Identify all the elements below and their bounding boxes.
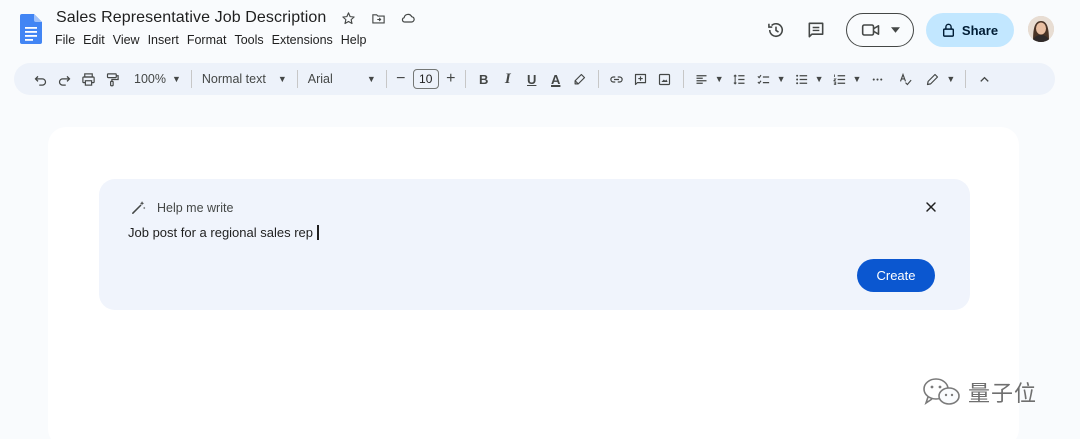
share-label: Share [961,22,999,38]
menu-insert[interactable]: Insert [148,33,185,47]
share-button[interactable]: Share [926,13,1014,47]
align-left-icon [696,74,707,84]
chevron-down-icon: ▼ [776,74,786,84]
underline-button[interactable]: U [520,67,544,91]
close-icon[interactable] [923,199,939,215]
help-me-write-header: Help me write [130,199,233,216]
menu-help[interactable]: Help [341,33,373,47]
help-me-write-title: Help me write [157,200,234,215]
bold-button[interactable]: B [472,67,496,91]
align-select[interactable]: ▼ [690,67,728,91]
formatting-toolbar: 100% ▼ Normal text ▼ Arial ▼ − 10 + B I … [14,63,1055,95]
font-value: Arial [307,72,333,86]
toolbar-divider [464,70,466,88]
checklist-icon [757,74,769,84]
chevron-down-icon: ▼ [946,74,956,84]
document-title[interactable]: Sales Representative Job Description [56,9,326,27]
numbered-list-select[interactable]: ▼ [828,67,866,91]
menu-view[interactable]: View [113,33,146,47]
menu-tools[interactable]: Tools [234,33,269,47]
version-history-icon[interactable] [766,20,786,40]
chevron-down-icon: ▼ [277,74,287,84]
zoom-value: 100% [134,72,166,86]
comments-icon[interactable] [806,20,826,40]
add-comment-icon[interactable] [629,67,653,91]
chevron-down-icon: ▼ [171,74,181,84]
redo-icon[interactable] [52,67,76,91]
create-button[interactable]: Create [857,259,935,292]
cloud-saved-icon[interactable] [400,10,416,26]
font-select[interactable]: Arial ▼ [304,67,380,91]
spellcheck-icon[interactable] [893,67,917,91]
paragraph-style-select[interactable]: Normal text ▼ [198,67,291,91]
menu-bar: File Edit View Insert Format Tools Exten… [55,33,375,47]
numbered-list-icon [832,74,845,85]
toolbar-divider [682,70,684,88]
font-size-input[interactable]: 10 [412,69,439,89]
chevron-down-icon: ▼ [714,74,724,84]
undo-icon[interactable] [28,67,52,91]
text-cursor [317,225,319,240]
prompt-text: Job post for a regional sales rep [128,225,313,240]
menu-edit[interactable]: Edit [83,33,111,47]
insert-link-icon[interactable] [605,67,629,91]
line-spacing-icon[interactable] [728,67,752,91]
lock-icon [942,23,954,37]
star-icon[interactable] [340,10,356,26]
video-camera-icon [861,24,879,36]
toolbar-divider [965,70,967,88]
bulleted-list-select[interactable]: ▼ [790,67,828,91]
meet-button[interactable] [846,13,914,47]
toolbar-divider [597,70,599,88]
zoom-select[interactable]: 100% ▼ [130,67,185,91]
more-options-icon[interactable] [865,67,889,91]
decrease-font-size-button[interactable]: − [393,67,409,91]
paint-format-icon[interactable] [100,67,124,91]
app-header: Sales Representative Job Description Fil… [0,0,1080,60]
chevron-down-icon: ▼ [366,74,376,84]
toolbar-divider [385,70,387,88]
watermark-text: 量子位 [968,382,1038,407]
insert-image-icon[interactable] [653,67,677,91]
move-folder-icon[interactable] [370,10,386,26]
menu-file[interactable]: File [55,33,81,47]
editing-mode-select[interactable]: ▼ [921,67,959,91]
docs-logo-icon[interactable] [20,14,42,44]
pencil-icon [927,73,939,85]
magic-wand-icon [132,201,146,214]
wechat-logo-icon [923,378,960,405]
menu-extensions[interactable]: Extensions [272,33,339,47]
chevron-down-icon: ▼ [852,74,862,84]
avatar[interactable] [1028,16,1054,42]
watermark: 量子位 [922,376,1037,408]
italic-button[interactable]: I [496,67,520,91]
chevron-down-icon [890,27,900,33]
chevron-down-icon: ▼ [814,74,824,84]
print-icon[interactable] [76,67,100,91]
paragraph-style-value: Normal text [201,72,266,86]
chevron-up-icon[interactable] [972,67,996,91]
toolbar-divider [190,70,192,88]
text-color-button[interactable]: A [544,67,568,91]
increase-font-size-button[interactable]: + [443,67,459,91]
bulleted-list-icon [795,74,807,84]
highlight-color-icon[interactable] [568,67,592,91]
prompt-input[interactable]: Job post for a regional sales rep [128,225,319,240]
toolbar-divider [296,70,298,88]
checklist-select[interactable]: ▼ [752,67,790,91]
menu-format[interactable]: Format [187,33,233,47]
